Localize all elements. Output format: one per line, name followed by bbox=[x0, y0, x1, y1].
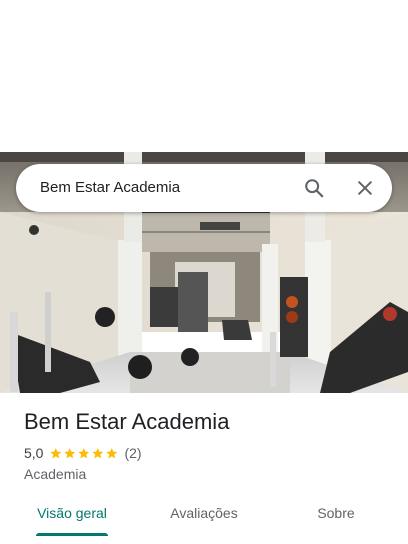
tab-overview[interactable]: Visão geral bbox=[30, 492, 114, 536]
map-blank-area bbox=[0, 0, 408, 152]
close-icon[interactable] bbox=[351, 174, 379, 202]
star-icon bbox=[92, 447, 104, 458]
tab-about[interactable]: Sobre bbox=[300, 492, 372, 536]
rating-stars bbox=[49, 447, 118, 460]
search-icon[interactable] bbox=[300, 174, 328, 202]
star-icon bbox=[105, 447, 117, 458]
review-count[interactable]: (2) bbox=[124, 445, 141, 461]
rating-value: 5,0 bbox=[24, 445, 44, 461]
search-input[interactable]: Bem Estar Academia bbox=[40, 164, 180, 212]
rating-row[interactable]: 5,0 (2) bbox=[24, 443, 142, 463]
place-category: Academia bbox=[24, 466, 87, 482]
active-tab-indicator bbox=[36, 533, 108, 536]
place-title: Bem Estar Academia bbox=[24, 409, 230, 434]
tab-reviews[interactable]: Avaliações bbox=[160, 492, 248, 536]
search-bar[interactable]: Bem Estar Academia bbox=[16, 164, 392, 212]
star-icon bbox=[50, 447, 62, 458]
star-icon bbox=[64, 447, 76, 458]
place-tabs: Visão geral Avaliações Sobre bbox=[0, 492, 408, 540]
star-icon bbox=[78, 447, 90, 458]
